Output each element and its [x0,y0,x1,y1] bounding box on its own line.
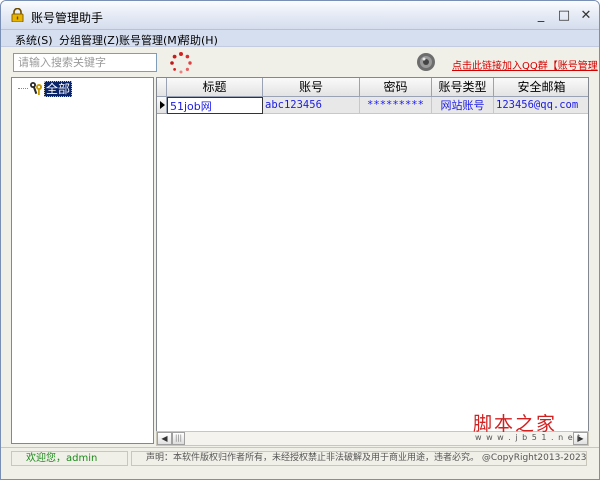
tree-label-all[interactable]: 全部 [44,81,73,97]
column-header-account-type[interactable]: 账号类型 [432,78,494,97]
close-button[interactable]: ✕ [576,7,596,24]
row-indicator[interactable] [157,97,167,114]
group-tree[interactable]: 全部 [11,77,154,444]
title-bar[interactable]: 账号管理助手 _ □ ✕ [1,1,599,30]
loading-spinner-icon[interactable] [169,51,193,75]
menu-account-management[interactable]: 账号管理(M) [119,32,181,48]
accounts-grid[interactable]: 标题 账号 密码 账号类型 安全邮箱 51job网 abc123456 ****… [156,77,589,444]
watermark: 脚本之家 w w w . j b 5 1 . n e t [473,409,583,445]
status-copyright-note: 声明：本软件版权归作者所有，未经授权禁止非法破解及用于商业用途，违者必究。 @C… [131,451,587,466]
cell-account-type[interactable]: 网站账号 [432,97,494,114]
status-user: 欢迎您，admin [11,451,128,466]
watermark-text: 脚本之家 [473,413,558,435]
column-header-account[interactable]: 账号 [263,78,360,97]
minimize-button[interactable]: _ [531,7,551,24]
column-header-title[interactable]: 标题 [167,78,263,97]
grid-header: 标题 账号 密码 账号类型 安全邮箱 [157,78,588,97]
column-header-security-email[interactable]: 安全邮箱 [494,78,588,97]
menu-bar: 系统(S) 分组管理(Z) 账号管理(M) 帮助(H) [1,30,599,47]
cell-security-email[interactable]: 123456@qq.com [494,97,588,114]
scroll-left-button[interactable]: ◀ [157,432,172,445]
keys-icon [30,82,42,95]
maximize-button[interactable]: □ [554,7,574,24]
menu-help[interactable]: 帮助(H) [179,32,218,48]
window-title: 账号管理助手 [31,11,104,25]
cell-password[interactable]: ********* [360,97,432,114]
menu-group-management[interactable]: 分组管理(Z) [59,32,119,48]
header-corner [157,78,167,97]
speaker-icon[interactable] [415,51,437,73]
cell-title[interactable]: 51job网 [167,97,263,114]
lock-icon [11,8,24,22]
scroll-thumb[interactable]: ||| [172,432,185,445]
search-input[interactable] [13,53,157,72]
cell-account[interactable]: abc123456 [263,97,360,114]
menu-system[interactable]: 系统(S) [15,32,53,48]
toolbar: 点击此链接加入QQ群【账号管理 [1,47,599,77]
status-bar: 欢迎您，admin 声明：本软件版权归作者所有，未经授权禁止非法破解及用于商业用… [1,447,599,467]
tree-connector [18,88,28,89]
watermark-url: w w w . j b 5 1 . n e t [475,433,582,442]
qq-group-link[interactable]: 点击此链接加入QQ群【账号管理 [452,57,599,72]
column-header-password[interactable]: 密码 [360,78,432,97]
app-window: 账号管理助手 _ □ ✕ 系统(S) 分组管理(Z) 账号管理(M) 帮助(H)… [0,0,600,480]
